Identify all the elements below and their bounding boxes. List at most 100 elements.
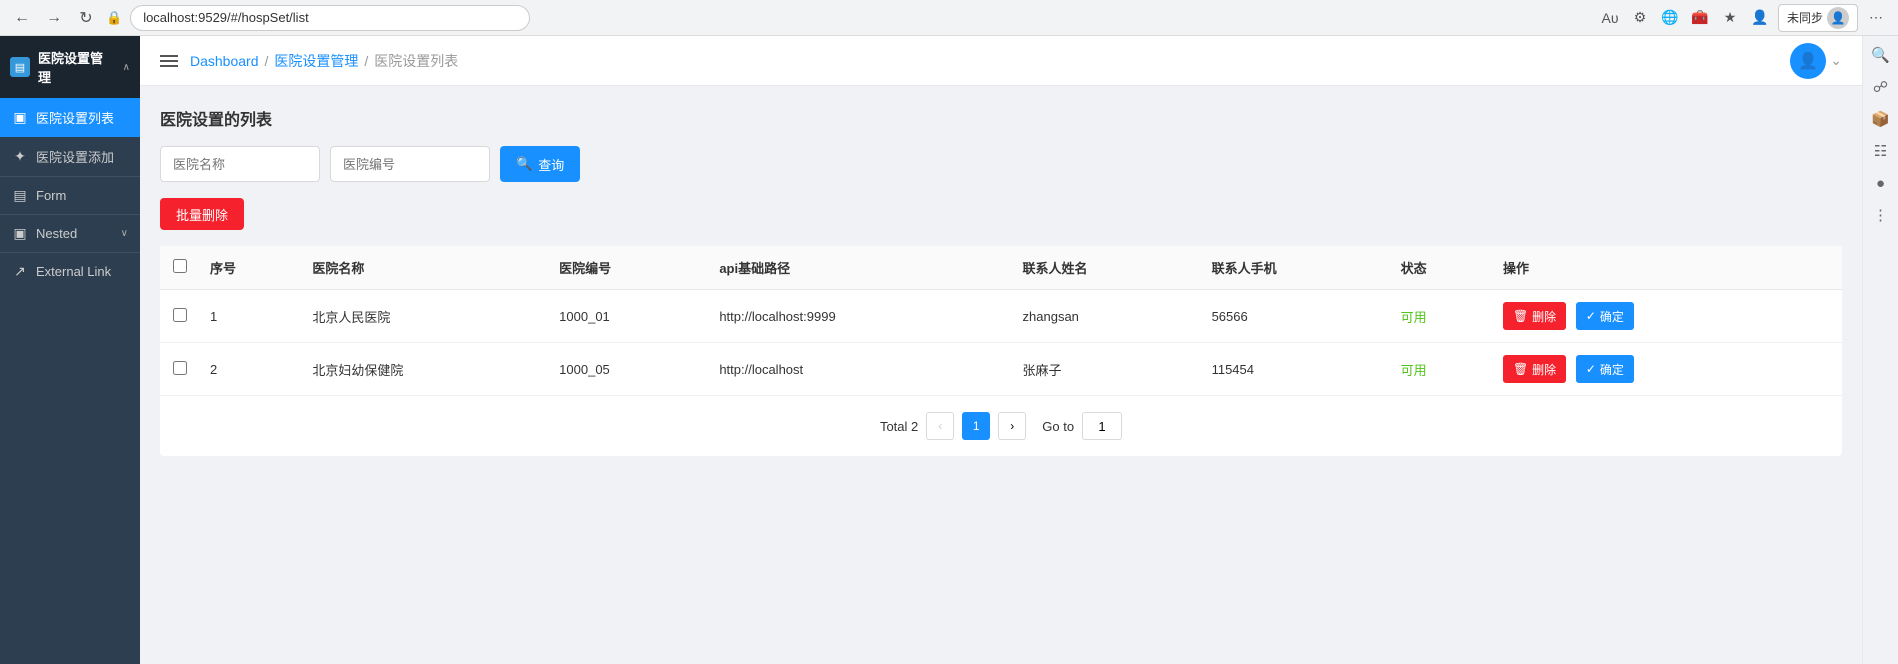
sidebar-title: 医院设置管理: [38, 48, 115, 86]
top-bar: Dashboard / 医院设置管理 / 医院设置列表 👤 ⌄: [140, 36, 1862, 86]
select-all-checkbox[interactable]: [173, 259, 187, 273]
form-icon: ▤: [12, 187, 28, 204]
hospital-list-icon: ▣: [12, 109, 28, 126]
right-panel-btn-5[interactable]: ●: [1866, 168, 1896, 198]
row-checkbox-cell: [160, 343, 200, 396]
row-code-1: 1000_05: [549, 343, 709, 396]
delete-button-1[interactable]: 🗑 删除: [1503, 355, 1566, 383]
header-actions: 操作: [1493, 246, 1842, 290]
row-api-0: http://localhost:9999: [709, 290, 1012, 343]
main-content: Dashboard / 医院设置管理 / 医院设置列表 👤 ⌄ 医院设置的列表 …: [140, 36, 1862, 664]
hospital-table: 序号 医院名称 医院编号 api基础路径 联系人姓名 联系人手机 状态 操作: [160, 246, 1842, 396]
sidebar-item-nested-left: ▣ Nested: [12, 225, 77, 242]
confirm-button-0[interactable]: ✓ 确定: [1576, 302, 1634, 330]
confirm-button-1[interactable]: ✓ 确定: [1576, 355, 1634, 383]
hamburger-button[interactable]: [160, 55, 178, 67]
confirm-icon-1: ✓: [1586, 362, 1596, 376]
row-code-0: 1000_01: [549, 290, 709, 343]
sidebar-item-hospital-add[interactable]: ✦ 医院设置添加: [0, 137, 140, 176]
user-avatar-button[interactable]: 👤: [1790, 43, 1826, 79]
breadcrumb-current: 医院设置列表: [374, 51, 458, 71]
sync-button[interactable]: 未同步 👤: [1778, 4, 1858, 32]
forward-button[interactable]: →: [42, 6, 66, 30]
hospital-name-input[interactable]: [160, 146, 320, 182]
row-status-0: 可用: [1391, 290, 1493, 343]
search-icon: 🔍: [516, 156, 532, 172]
sidebar-item-hospital-list[interactable]: ▣ 医院设置列表: [0, 98, 140, 137]
right-panel-btn-6[interactable]: ⋮: [1866, 200, 1896, 230]
table-container: 序号 医院名称 医院编号 api基础路径 联系人姓名 联系人手机 状态 操作: [160, 246, 1842, 456]
breadcrumb-dashboard[interactable]: Dashboard: [190, 53, 259, 69]
row-actions-0: 🗑 删除 ✓ 确定: [1493, 290, 1842, 343]
batch-delete-button[interactable]: 批量删除: [160, 198, 244, 230]
table-header-row: 序号 医院名称 医院编号 api基础路径 联系人姓名 联系人手机 状态 操作: [160, 246, 1842, 290]
delete-icon-0: 🗑: [1513, 309, 1528, 323]
row-status-1: 可用: [1391, 343, 1493, 396]
sidebar-item-label-nested: Nested: [36, 226, 77, 241]
header-name: 医院名称: [302, 246, 549, 290]
app-layout: ▤ 医院设置管理 ∧ ▣ 医院设置列表 ✦ 医院设置添加 ▤ Form ▣ Ne…: [0, 36, 1898, 664]
right-panel-btn-3[interactable]: 📦: [1866, 104, 1896, 134]
sidebar-item-external-link[interactable]: ↗ External Link: [0, 253, 140, 290]
row-checkbox-1[interactable]: [173, 361, 187, 375]
table-header: 序号 医院名称 医院编号 api基础路径 联系人姓名 联系人手机 状态 操作: [160, 246, 1842, 290]
sidebar-item-label-hospital-list: 医院设置列表: [36, 108, 114, 127]
row-name-1: 北京妇幼保健院: [302, 343, 549, 396]
row-checkbox-0[interactable]: [173, 308, 187, 322]
table-row: 1 北京人民医院 1000_01 http://localhost:9999 z…: [160, 290, 1842, 343]
refresh-button[interactable]: ↻: [74, 6, 98, 30]
row-api-1: http://localhost: [709, 343, 1012, 396]
row-phone-1: 115454: [1202, 343, 1391, 396]
sidebar-item-nested[interactable]: ▣ Nested ∨: [0, 215, 140, 252]
table-body: 1 北京人民医院 1000_01 http://localhost:9999 z…: [160, 290, 1842, 396]
header-api: api基础路径: [709, 246, 1012, 290]
page-title: 医院设置的列表: [160, 106, 1842, 130]
sidebar-header[interactable]: ▤ 医院设置管理 ∧: [0, 36, 140, 98]
sidebar: ▤ 医院设置管理 ∧ ▣ 医院设置列表 ✦ 医院设置添加 ▤ Form ▣ Ne…: [0, 36, 140, 664]
right-panel-btn-4[interactable]: ☷: [1866, 136, 1896, 166]
hospital-code-input[interactable]: [330, 146, 490, 182]
breadcrumb-sep-2: /: [364, 53, 368, 69]
translate-icon[interactable]: Aᴜ: [1598, 6, 1622, 30]
delete-button-0[interactable]: 🗑 删除: [1503, 302, 1566, 330]
sidebar-item-label-form: Form: [36, 188, 66, 203]
external-link-icon: ↗: [12, 263, 28, 280]
search-bar: 🔍 查询: [160, 146, 1842, 182]
header-contact: 联系人姓名: [1013, 246, 1202, 290]
sidebar-item-form[interactable]: ▤ Form: [0, 177, 140, 214]
goto-label: Go to: [1042, 419, 1074, 434]
nested-arrow: ∨: [121, 228, 128, 239]
table-row: 2 北京妇幼保健院 1000_05 http://localhost 张麻子 1…: [160, 343, 1842, 396]
extension-icon[interactable]: 🧰: [1688, 6, 1712, 30]
row-index-0: 1: [200, 290, 302, 343]
sidebar-section-nested: ▣ Nested ∨: [0, 214, 140, 252]
prev-page-button[interactable]: ‹: [926, 412, 954, 440]
header-phone: 联系人手机: [1202, 246, 1391, 290]
sidebar-section-form: ▤ Form: [0, 176, 140, 214]
header-status: 状态: [1391, 246, 1493, 290]
browser-menu-icon[interactable]: ⋯: [1864, 6, 1888, 30]
sidebar-item-label-external: External Link: [36, 264, 111, 279]
breadcrumb-hospital-mgmt[interactable]: 医院设置管理: [274, 51, 358, 71]
right-panel: 🔍 ☍ 📦 ☷ ● ⋮: [1862, 36, 1898, 664]
next-page-button[interactable]: ›: [998, 412, 1026, 440]
right-panel-btn-1[interactable]: 🔍: [1866, 40, 1896, 70]
nested-icon: ▣: [12, 225, 28, 242]
row-name-0: 北京人民医院: [302, 290, 549, 343]
row-actions-1: 🗑 删除 ✓ 确定: [1493, 343, 1842, 396]
settings-icon[interactable]: ⚙: [1628, 6, 1652, 30]
url-bar[interactable]: [130, 5, 530, 31]
row-checkbox-cell: [160, 290, 200, 343]
goto-input[interactable]: [1082, 412, 1122, 440]
back-button[interactable]: ←: [10, 6, 34, 30]
search-button[interactable]: 🔍 查询: [500, 146, 580, 182]
globe-icon[interactable]: 🌐: [1658, 6, 1682, 30]
expand-icon[interactable]: ⌄: [1830, 52, 1842, 69]
browser-bar: ← → ↻ 🔒 Aᴜ ⚙ 🌐 🧰 ★ 👤 未同步 👤 ⋯: [0, 0, 1898, 36]
sidebar-header-icon: ▤: [10, 57, 30, 77]
favorites-icon[interactable]: ★: [1718, 6, 1742, 30]
right-panel-btn-2[interactable]: ☍: [1866, 72, 1896, 102]
sidebar-section-external: ↗ External Link: [0, 252, 140, 290]
profile-icon[interactable]: 👤: [1748, 6, 1772, 30]
page-1-button[interactable]: 1: [962, 412, 990, 440]
